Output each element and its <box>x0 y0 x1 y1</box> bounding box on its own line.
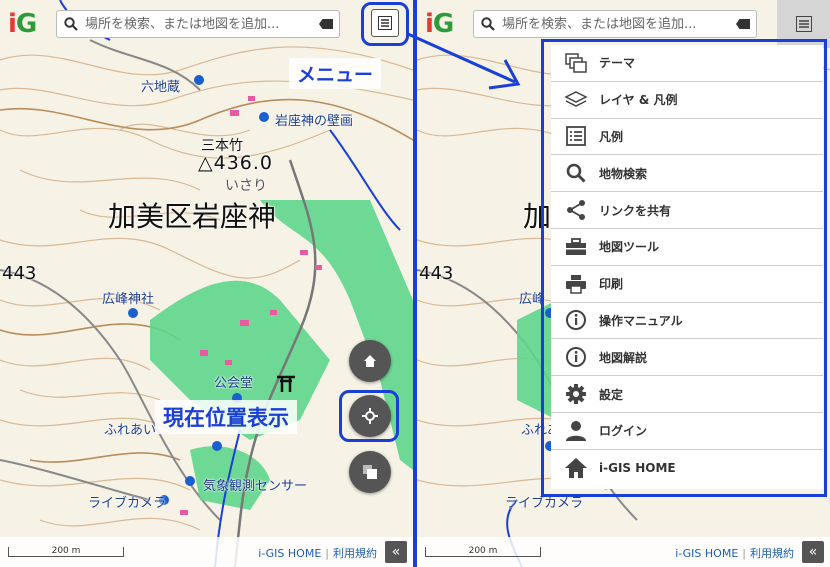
map-label-fureai: ふれあい <box>104 423 157 438</box>
clear-search-icon[interactable] <box>736 19 750 29</box>
terms-link[interactable]: 利用規約 <box>750 547 794 560</box>
scale-bar: 200 m <box>8 546 124 557</box>
collapse-button[interactable]: « <box>385 541 407 563</box>
map-label-contour-443: 443 <box>2 263 37 284</box>
home-icon <box>364 355 376 367</box>
menu-highlight <box>541 39 827 497</box>
home-view-button[interactable] <box>349 340 391 382</box>
location-button-highlight <box>339 390 399 442</box>
map-label-hiromine: 広峰神社 <box>102 292 155 307</box>
igis-home-link[interactable]: i-GIS HOME <box>675 547 738 560</box>
map-footer: 200 m i-GIS HOME | 利用規約 « <box>417 537 830 567</box>
hamburger-icon <box>795 16 812 32</box>
map-label-isari: いさり <box>225 178 267 194</box>
map-label-rokujizo: 六地蔵 <box>141 80 181 95</box>
map-label-contour-443: 443 <box>419 263 454 284</box>
map-footer: 200 m i-GIS HOME | 利用規約 « <box>0 537 413 567</box>
search-bar <box>473 10 757 38</box>
search-input[interactable] <box>83 15 319 33</box>
menu-button-highlight <box>361 2 409 46</box>
map-label-live-camera: ライブカメラ <box>88 496 167 511</box>
collapse-button[interactable]: « <box>802 541 824 563</box>
map-label-kisho: 気象観測センサー <box>203 479 308 494</box>
map-label-kominkan: 公会堂 <box>214 376 254 391</box>
map-label-district: 加美区岩座神 <box>108 200 277 233</box>
basemap-button[interactable] <box>349 451 391 493</box>
search-bar <box>56 10 340 38</box>
map-label-elevation: △436.0 <box>198 152 274 174</box>
map-label-iwakura-wall: 岩座神の壁画 <box>275 114 354 129</box>
terms-link[interactable]: 利用規約 <box>333 547 377 560</box>
search-icon <box>64 17 78 31</box>
location-callout: 現在位置表示 <box>155 400 297 434</box>
menu-callout: メニュー <box>289 58 382 89</box>
shrine-icon <box>277 375 295 392</box>
search-input[interactable] <box>500 15 736 33</box>
igis-logo[interactable]: iG <box>425 9 454 39</box>
search-icon <box>481 17 495 31</box>
map-view-left[interactable]: 六地蔵 岩座神の壁画 三本竹 △436.0 いさり 加美区岩座神 443 広峰神… <box>0 0 413 567</box>
igis-home-link[interactable]: i-GIS HOME <box>258 547 321 560</box>
scale-bar: 200 m <box>425 546 541 557</box>
igis-logo[interactable]: iG <box>8 9 37 39</box>
basemap-switch-icon <box>363 465 377 479</box>
clear-search-icon[interactable] <box>319 19 333 29</box>
